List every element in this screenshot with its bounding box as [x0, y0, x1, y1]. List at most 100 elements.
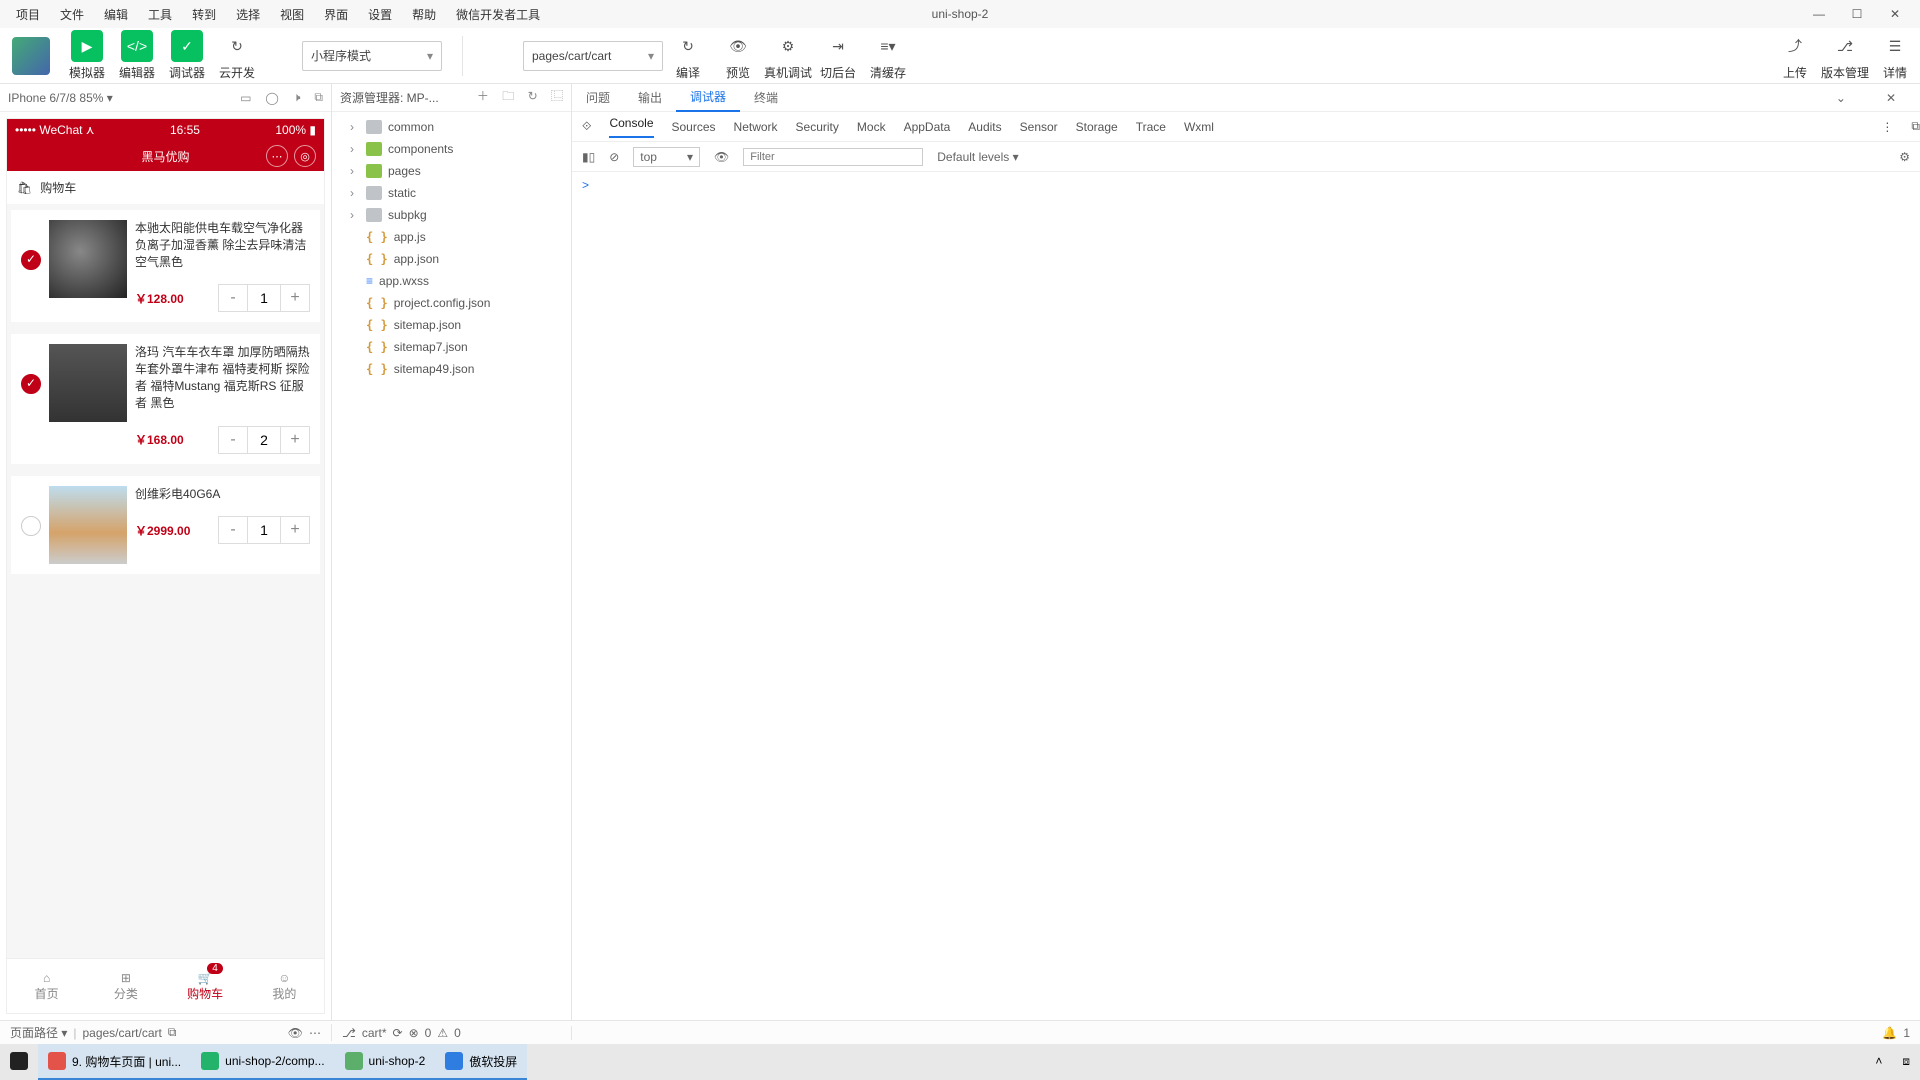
version-button[interactable]: ⎇版本管理 [1820, 30, 1870, 81]
tab-me[interactable]: ☺我的 [245, 959, 324, 1013]
compile-button[interactable]: ↻编译 [663, 30, 713, 81]
bell-icon[interactable]: 🔔 [1882, 1026, 1897, 1040]
device-select[interactable]: IPhone 6/7/8 85% ▾ [8, 91, 113, 105]
tray-action[interactable]: ⧈ [1892, 1044, 1920, 1080]
file-project-config[interactable]: { }project.config.json [332, 292, 571, 314]
chevron-down-icon[interactable]: ⌄ [1822, 84, 1860, 112]
folder-subpkg[interactable]: ›subpkg [332, 204, 571, 226]
menu-view[interactable]: 视图 [270, 6, 314, 23]
subtab-console[interactable]: Console [609, 116, 653, 138]
details-button[interactable]: ☰详情 [1870, 30, 1920, 81]
menu-help[interactable]: 帮助 [402, 6, 446, 23]
console-body[interactable]: > [572, 172, 1920, 1020]
subtab-sources[interactable]: Sources [672, 120, 716, 134]
subtab-trace[interactable]: Trace [1136, 120, 1166, 134]
subtab-mock[interactable]: Mock [857, 120, 886, 134]
folder-static[interactable]: ›static [332, 182, 571, 204]
background-button[interactable]: ⇥切后台 [813, 30, 863, 81]
start-button[interactable] [0, 1044, 38, 1080]
upload-button[interactable]: ⤴上传 [1770, 30, 1820, 81]
settings-icon[interactable]: ⚙ [1899, 150, 1910, 164]
inspect-icon[interactable]: ⟐ [582, 119, 591, 134]
tray-up[interactable]: ˄ [1865, 1044, 1892, 1080]
minus-button[interactable]: - [219, 285, 247, 311]
plus-button[interactable]: + [281, 285, 309, 311]
levels-select[interactable]: Default levels ▾ [937, 150, 1018, 164]
new-folder-icon[interactable]: 🗀 [502, 89, 514, 103]
quantity-stepper[interactable]: - + [218, 426, 310, 454]
simulator-tab[interactable]: ▶模拟器 [62, 30, 112, 81]
file-sitemap[interactable]: { }sitemap.json [332, 314, 571, 336]
stop-icon[interactable]: ◯ [265, 91, 278, 105]
tab-debugger[interactable]: 调试器 [676, 84, 740, 112]
minimize-button[interactable]: — [1800, 7, 1838, 21]
file-app-json[interactable]: { }app.json [332, 248, 571, 270]
quantity-stepper[interactable]: - + [218, 516, 310, 544]
sync-icon[interactable]: ⟳ [393, 1026, 403, 1040]
capsule-close-icon[interactable]: ◎ [294, 145, 316, 167]
close-icon[interactable]: ✕ [1872, 84, 1910, 112]
folder-common[interactable]: ›common [332, 116, 571, 138]
sidebar-toggle-icon[interactable]: ▮▯ [582, 150, 595, 164]
quantity-input[interactable] [247, 285, 281, 311]
preview-button[interactable]: 👁预览 [713, 30, 763, 81]
quantity-input[interactable] [247, 517, 281, 543]
subtab-storage[interactable]: Storage [1076, 120, 1118, 134]
eye-icon[interactable]: 👁 [714, 150, 729, 164]
popout-icon[interactable]: ⧉ [314, 90, 323, 105]
plus-button[interactable]: + [281, 517, 309, 543]
dock-icon[interactable]: ⧉ [1911, 119, 1920, 134]
menu-interface[interactable]: 界面 [314, 6, 358, 23]
page-select[interactable]: pages/cart/cart▾ [523, 41, 663, 71]
subtab-appdata[interactable]: AppData [904, 120, 951, 134]
file-app-wxss[interactable]: ≡app.wxss [332, 270, 571, 292]
avatar[interactable] [12, 37, 50, 75]
tab-output[interactable]: 输出 [624, 84, 676, 112]
subtab-audits[interactable]: Audits [968, 120, 1001, 134]
menu-edit[interactable]: 编辑 [94, 6, 138, 23]
subtab-network[interactable]: Network [734, 120, 778, 134]
file-app-js[interactable]: { }app.js [332, 226, 571, 248]
subtab-wxml[interactable]: Wxml [1184, 120, 1214, 134]
taskbar-devtools[interactable]: uni-shop-2 [335, 1044, 436, 1080]
clearcache-button[interactable]: ≡▾清缓存 [863, 30, 913, 81]
menu-settings[interactable]: 设置 [358, 6, 402, 23]
item-checkbox[interactable] [21, 374, 41, 394]
product-thumb[interactable] [49, 344, 127, 422]
menu-select[interactable]: 选择 [226, 6, 270, 23]
refresh-icon[interactable]: ↻ [528, 89, 538, 103]
subtab-sensor[interactable]: Sensor [1020, 120, 1058, 134]
menu-tools[interactable]: 工具 [138, 6, 182, 23]
item-checkbox[interactable] [21, 516, 41, 536]
minus-button[interactable]: - [219, 517, 247, 543]
minus-button[interactable]: - [219, 427, 247, 453]
more-icon[interactable]: ⋯ [309, 1026, 321, 1040]
debugger-tab[interactable]: ✓调试器 [162, 30, 212, 81]
menu-file[interactable]: 文件 [50, 6, 94, 23]
menu-project[interactable]: 项目 [6, 6, 50, 23]
tab-problems[interactable]: 问题 [572, 84, 624, 112]
realdevice-button[interactable]: ⚙真机调试 [763, 30, 813, 81]
git-branch[interactable]: cart* [362, 1026, 387, 1040]
path-label[interactable]: 页面路径 ▾ [10, 1024, 67, 1041]
clear-icon[interactable]: ⊘ [609, 150, 619, 164]
menu-wxdevtools[interactable]: 微信开发者工具 [446, 6, 550, 23]
folder-pages[interactable]: ›pages [332, 160, 571, 182]
folder-components[interactable]: ›components [332, 138, 571, 160]
menu-goto[interactable]: 转到 [182, 6, 226, 23]
taskbar-hbuilder[interactable]: uni-shop-2/comp... [191, 1044, 334, 1080]
file-sitemap7[interactable]: { }sitemap7.json [332, 336, 571, 358]
subtab-security[interactable]: Security [796, 120, 839, 134]
quantity-input[interactable] [247, 427, 281, 453]
capsule-menu-icon[interactable]: ⋯ [266, 145, 288, 167]
context-select[interactable]: top▾ [633, 147, 700, 167]
editor-tab[interactable]: </>编辑器 [112, 30, 162, 81]
taskbar-chrome[interactable]: 9. 购物车页面 | uni... [38, 1044, 191, 1080]
close-button[interactable]: ✕ [1876, 7, 1914, 21]
mute-icon[interactable]: 🕨 [293, 90, 301, 105]
quantity-stepper[interactable]: - + [218, 284, 310, 312]
filter-input[interactable] [743, 148, 923, 166]
tab-category[interactable]: ⊞分类 [86, 959, 165, 1013]
mode-select[interactable]: 小程序模式▾ [302, 41, 442, 71]
taskbar-apower[interactable]: 傲软投屏 [435, 1044, 527, 1080]
